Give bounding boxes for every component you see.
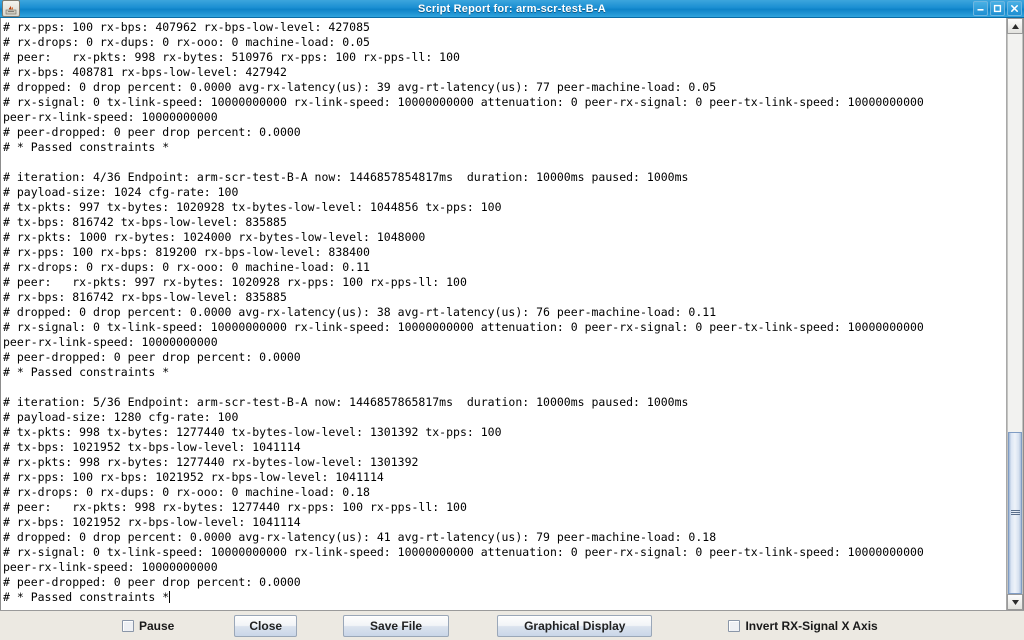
log-line: # rx-pkts: 1000 rx-bytes: 1024000 rx-byt…	[3, 230, 426, 244]
log-line: # rx-drops: 0 rx-dups: 0 rx-ooo: 0 machi…	[3, 260, 370, 274]
log-line: # peer-dropped: 0 peer drop percent: 0.0…	[3, 125, 301, 139]
scroll-down-button[interactable]	[1007, 594, 1023, 610]
save-file-button[interactable]: Save File	[343, 614, 450, 637]
pause-label: Pause	[139, 618, 175, 633]
log-line: # payload-size: 1280 cfg-rate: 100	[3, 410, 239, 424]
java-app-icon	[2, 0, 20, 17]
close-button[interactable]	[1007, 1, 1022, 16]
log-line: # rx-bps: 408781 rx-bps-low-level: 42794…	[3, 65, 287, 79]
log-line: # rx-drops: 0 rx-dups: 0 rx-ooo: 0 machi…	[3, 485, 370, 499]
checkbox-icon[interactable]	[728, 619, 741, 632]
scroll-track[interactable]	[1007, 34, 1023, 594]
log-line: # rx-signal: 0 tx-link-speed: 1000000000…	[3, 320, 924, 334]
log-line: # * Passed constraints *	[3, 140, 170, 154]
log-line: # rx-drops: 0 rx-dups: 0 rx-ooo: 0 machi…	[3, 35, 370, 49]
pause-checkbox[interactable]: Pause	[122, 619, 174, 633]
log-line-text: # * Passed constraints *	[3, 590, 170, 604]
log-line: # rx-pps: 100 rx-bps: 1021952 rx-bps-low…	[3, 470, 384, 484]
log-line: # peer-dropped: 0 peer drop percent: 0.0…	[3, 575, 301, 589]
log-line: # tx-pkts: 998 tx-bytes: 1277440 tx-byte…	[3, 425, 502, 439]
log-line: # payload-size: 1024 cfg-rate: 100	[3, 185, 239, 199]
log-line: peer-rx-link-speed: 10000000000	[3, 335, 218, 349]
close-button-toolbar[interactable]: Close	[234, 614, 298, 637]
log-line: # rx-signal: 0 tx-link-speed: 1000000000…	[3, 545, 924, 559]
log-line: # tx-bps: 816742 tx-bps-low-level: 83588…	[3, 215, 287, 229]
maximize-button[interactable]	[990, 1, 1005, 16]
invert-rx-signal-x-axis-checkbox[interactable]: Invert RX-Signal X Axis	[728, 618, 878, 633]
log-line: # rx-bps: 816742 rx-bps-low-level: 83588…	[3, 290, 287, 304]
log-line: # tx-bps: 1021952 tx-bps-low-level: 1041…	[3, 440, 301, 454]
log-line: # * Passed constraints *	[3, 365, 170, 379]
graphical-display-button[interactable]: Graphical Display	[497, 614, 653, 637]
report-text-area[interactable]: # rx-pps: 100 rx-bps: 407962 rx-bps-low-…	[1, 18, 1006, 610]
log-line: # peer: rx-pkts: 998 rx-bytes: 510976 rx…	[3, 50, 460, 64]
log-line: # iteration: 4/36 Endpoint: arm-scr-test…	[3, 170, 689, 184]
script-report-window: Script Report for: arm-scr-test-B-A # rx…	[0, 0, 1024, 640]
log-line-active: # * Passed constraints *	[3, 590, 1006, 605]
log-line: peer-rx-link-speed: 10000000000	[3, 110, 218, 124]
vertical-scrollbar[interactable]	[1006, 18, 1023, 610]
log-line: # tx-pkts: 997 tx-bytes: 1020928 tx-byte…	[3, 200, 502, 214]
log-line: # peer: rx-pkts: 998 rx-bytes: 1277440 r…	[3, 500, 467, 514]
log-line: # rx-pps: 100 rx-bps: 819200 rx-bps-low-…	[3, 245, 370, 259]
log-line: # peer: rx-pkts: 997 rx-bytes: 1020928 r…	[3, 275, 467, 289]
text-caret	[169, 591, 171, 603]
thumb-grip-icon	[1010, 510, 1020, 516]
title-bar[interactable]: Script Report for: arm-scr-test-B-A	[0, 0, 1024, 18]
log-line: # rx-pkts: 998 rx-bytes: 1277440 rx-byte…	[3, 455, 419, 469]
scroll-up-button[interactable]	[1007, 18, 1023, 34]
report-content: # rx-pps: 100 rx-bps: 407962 rx-bps-low-…	[0, 18, 1024, 610]
log-line: # iteration: 5/36 Endpoint: arm-scr-test…	[3, 395, 689, 409]
window-title: Script Report for: arm-scr-test-B-A	[418, 2, 606, 15]
scroll-thumb[interactable]	[1008, 431, 1022, 594]
log-line: # rx-bps: 1021952 rx-bps-low-level: 1041…	[3, 515, 301, 529]
log-line: # peer-dropped: 0 peer drop percent: 0.0…	[3, 350, 301, 364]
log-line: # rx-signal: 0 tx-link-speed: 1000000000…	[3, 95, 924, 109]
log-line: peer-rx-link-speed: 10000000000	[3, 560, 218, 574]
minimize-button[interactable]	[973, 1, 988, 16]
log-line: # dropped: 0 drop percent: 0.0000 avg-rx…	[3, 80, 717, 94]
checkbox-icon[interactable]	[122, 619, 134, 632]
log-line: # dropped: 0 drop percent: 0.0000 avg-rx…	[3, 530, 717, 544]
window-controls	[973, 1, 1022, 16]
bottom-toolbar: Pause Close Save File Graphical Display …	[0, 610, 1024, 640]
log-line: # rx-pps: 100 rx-bps: 407962 rx-bps-low-…	[3, 20, 370, 34]
log-line: # dropped: 0 drop percent: 0.0000 avg-rx…	[3, 305, 717, 319]
invert-label: Invert RX-Signal X Axis	[745, 618, 878, 633]
